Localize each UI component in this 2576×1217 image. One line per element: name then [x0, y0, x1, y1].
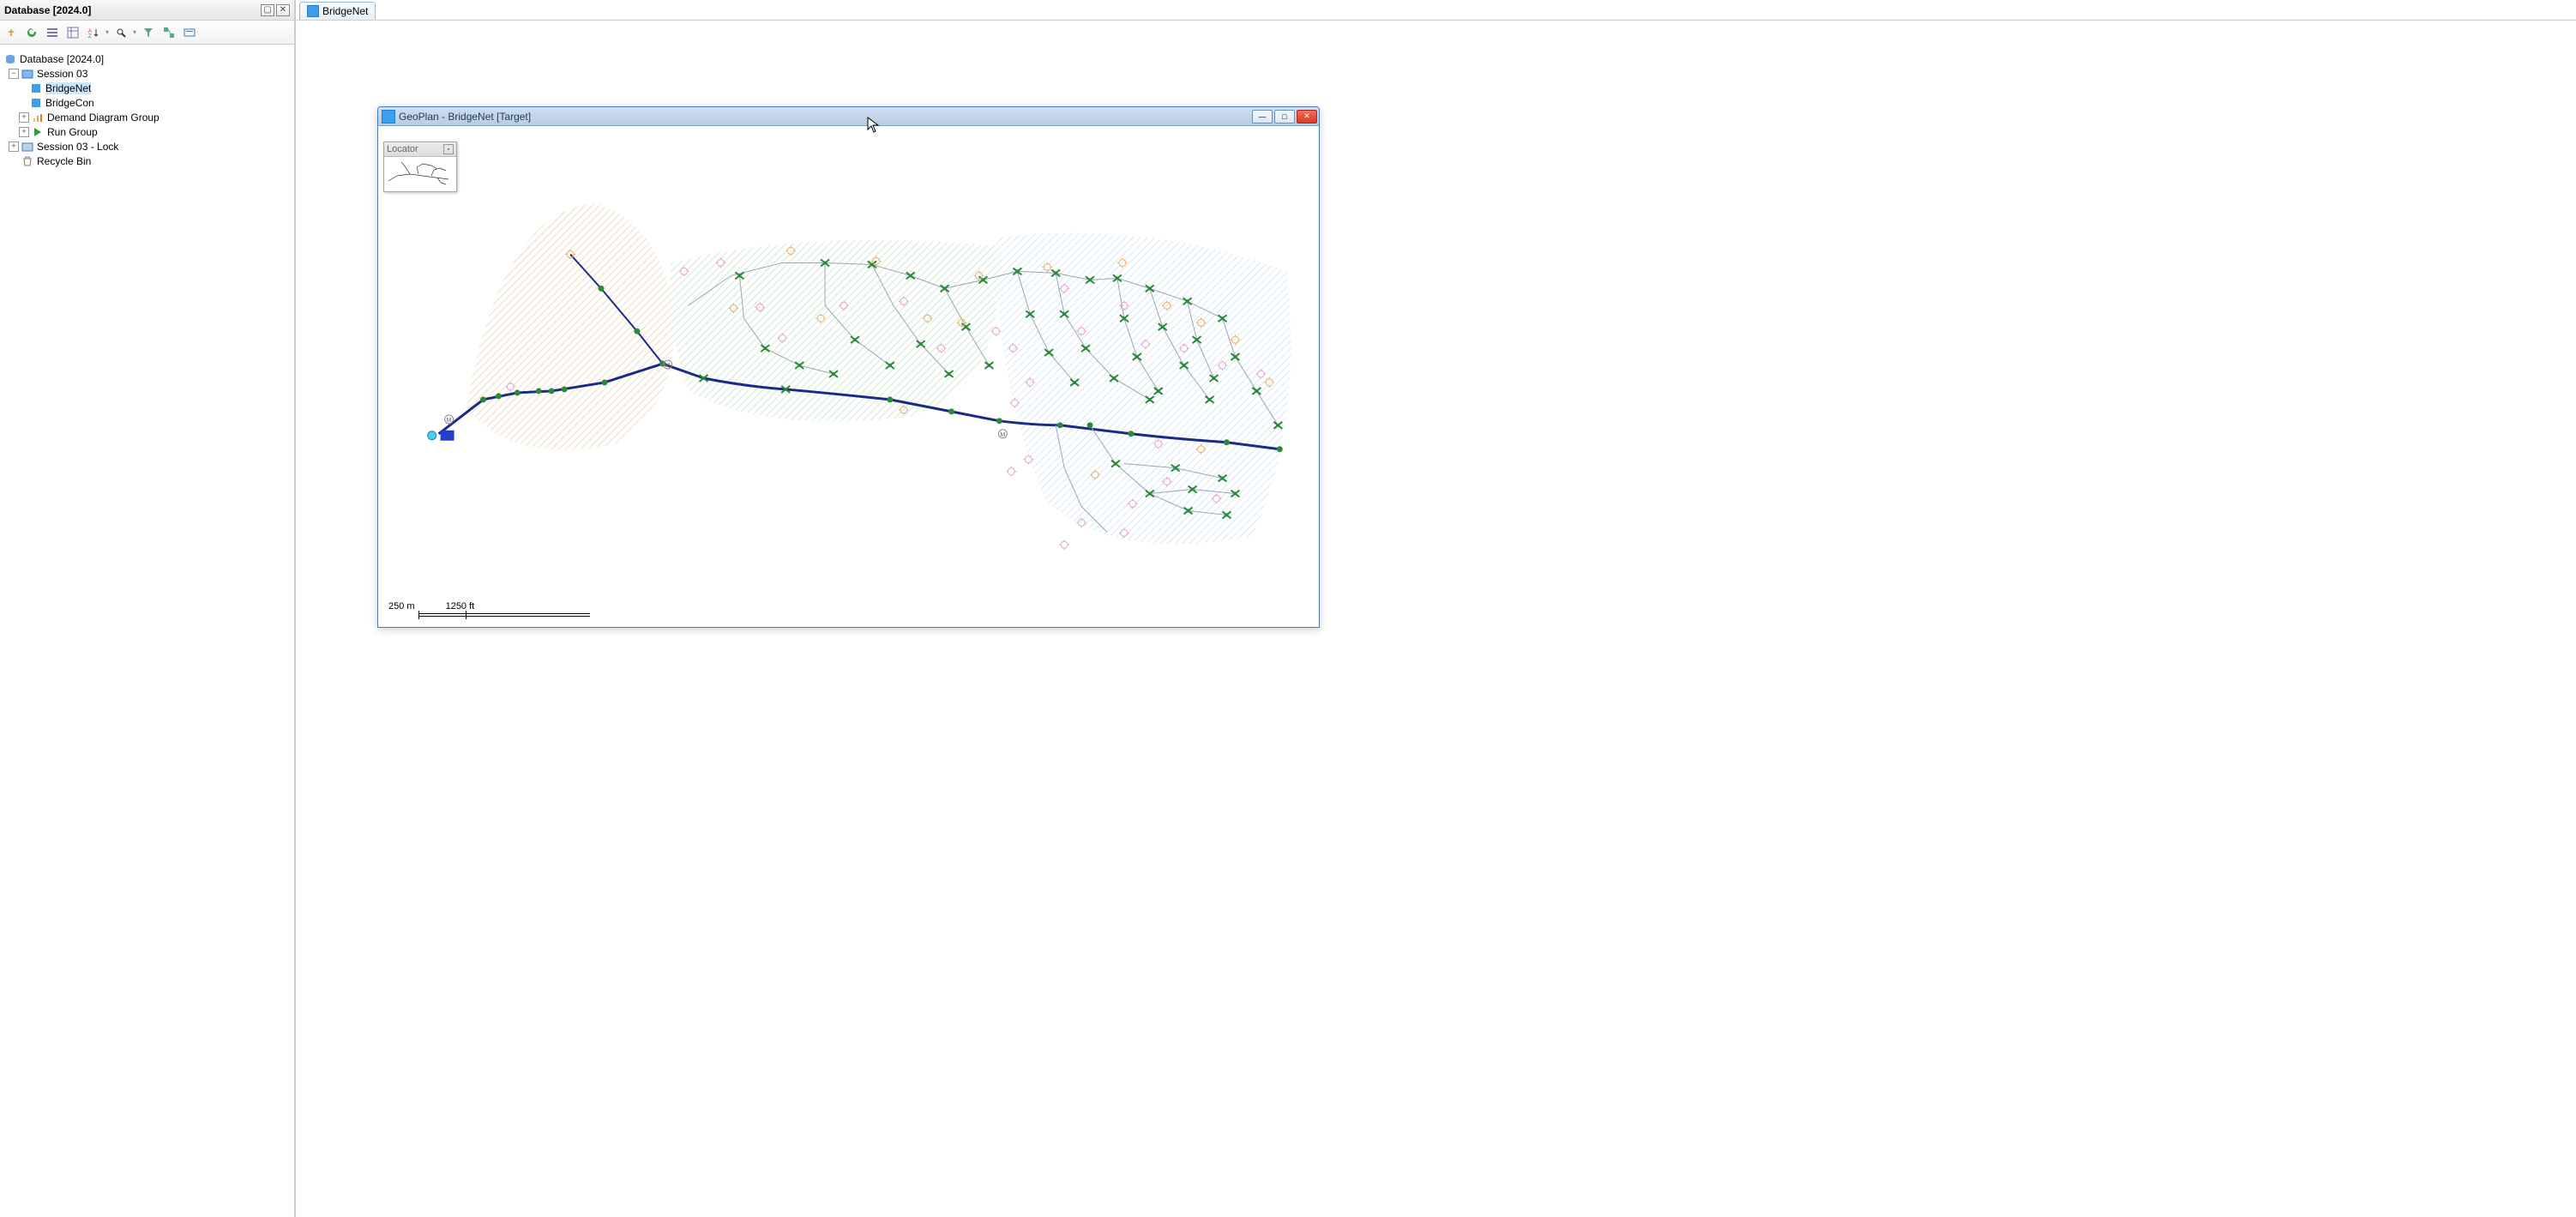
locator-panel[interactable]: Locator ▪	[383, 142, 457, 192]
open-icon[interactable]	[181, 24, 198, 41]
locator-title: Locator ▪	[384, 142, 456, 157]
recycle-bin-icon	[21, 154, 34, 168]
geoplan-titlebar[interactable]: GeoPlan - BridgeNet [Target] — □ ✕	[378, 107, 1319, 126]
network-icon	[29, 81, 43, 95]
geoplan-window: GeoPlan - BridgeNet [Target] — □ ✕	[377, 106, 1320, 628]
network-icon	[382, 110, 395, 124]
svg-text:Z: Z	[88, 34, 92, 39]
geoplan-title: GeoPlan - BridgeNet [Target]	[399, 111, 1250, 123]
scale-bar: 250 m 1250 ft	[387, 601, 478, 617]
svg-text:M: M	[1000, 432, 1005, 438]
close-icon[interactable]: ✕	[276, 4, 290, 16]
grid-icon[interactable]	[44, 24, 61, 41]
sort-az-icon[interactable]: AZ	[85, 24, 102, 41]
locator-pin-icon[interactable]: ▪	[443, 144, 454, 154]
tab-bridgenet[interactable]: BridgeNet	[299, 2, 376, 20]
expander-icon[interactable]: +	[19, 112, 29, 123]
tab-label: BridgeNet	[322, 5, 368, 17]
pin-icon[interactable]: ▢	[261, 4, 274, 16]
tree-item-bridgecon[interactable]: BridgeCon	[45, 97, 94, 109]
database-tree[interactable]: Database [2024.0] − Session 03 BridgeNet…	[0, 45, 294, 1217]
svg-text:M: M	[665, 363, 671, 369]
folder-icon	[21, 67, 34, 81]
svg-text:M: M	[447, 418, 452, 424]
panel-toolbar: AZ ▾ ▾	[0, 21, 294, 45]
session-label[interactable]: Session 03	[37, 68, 87, 80]
run-icon	[31, 125, 45, 139]
table-icon[interactable]	[64, 24, 81, 41]
folder-icon	[21, 140, 34, 154]
tree-item-rungroup[interactable]: Run Group	[47, 126, 98, 138]
expander-icon[interactable]: +	[19, 127, 29, 137]
database-panel: Database [2024.0] ▢ ✕ AZ ▾ ▾ Database [2…	[0, 0, 296, 1217]
filter-icon[interactable]	[140, 24, 157, 41]
tree-item-demand[interactable]: Demand Diagram Group	[47, 111, 159, 124]
up-icon[interactable]	[3, 24, 20, 41]
close-button[interactable]: ✕	[1297, 110, 1317, 124]
minimize-button[interactable]: —	[1252, 110, 1273, 124]
panel-header: Database [2024.0] ▢ ✕	[0, 0, 294, 21]
session-lock-label[interactable]: Session 03 - Lock	[37, 141, 118, 153]
expander-icon[interactable]: −	[9, 69, 19, 79]
layout-icon[interactable]	[160, 24, 178, 41]
tree-item-bridgenet[interactable]: BridgeNet	[45, 82, 91, 94]
locator-thumbnail[interactable]	[384, 157, 456, 191]
network-icon	[29, 96, 43, 110]
tree-root-label[interactable]: Database [2024.0]	[20, 53, 104, 65]
database-icon	[3, 52, 17, 66]
expander-icon[interactable]: +	[9, 142, 19, 152]
chart-icon	[31, 111, 45, 124]
recycle-bin-label[interactable]: Recycle Bin	[37, 155, 91, 167]
geoplan-canvas[interactable]: M M M Locator ▪	[380, 126, 1317, 625]
refresh-icon[interactable]	[23, 24, 40, 41]
map-view[interactable]: M M M	[380, 126, 1317, 625]
panel-title: Database [2024.0]	[4, 4, 259, 16]
workspace: BridgeNet GeoPlan - BridgeNet [Target] —…	[296, 0, 2576, 1217]
maximize-button[interactable]: □	[1274, 110, 1295, 124]
network-icon	[307, 5, 319, 17]
find-icon[interactable]	[112, 24, 129, 41]
